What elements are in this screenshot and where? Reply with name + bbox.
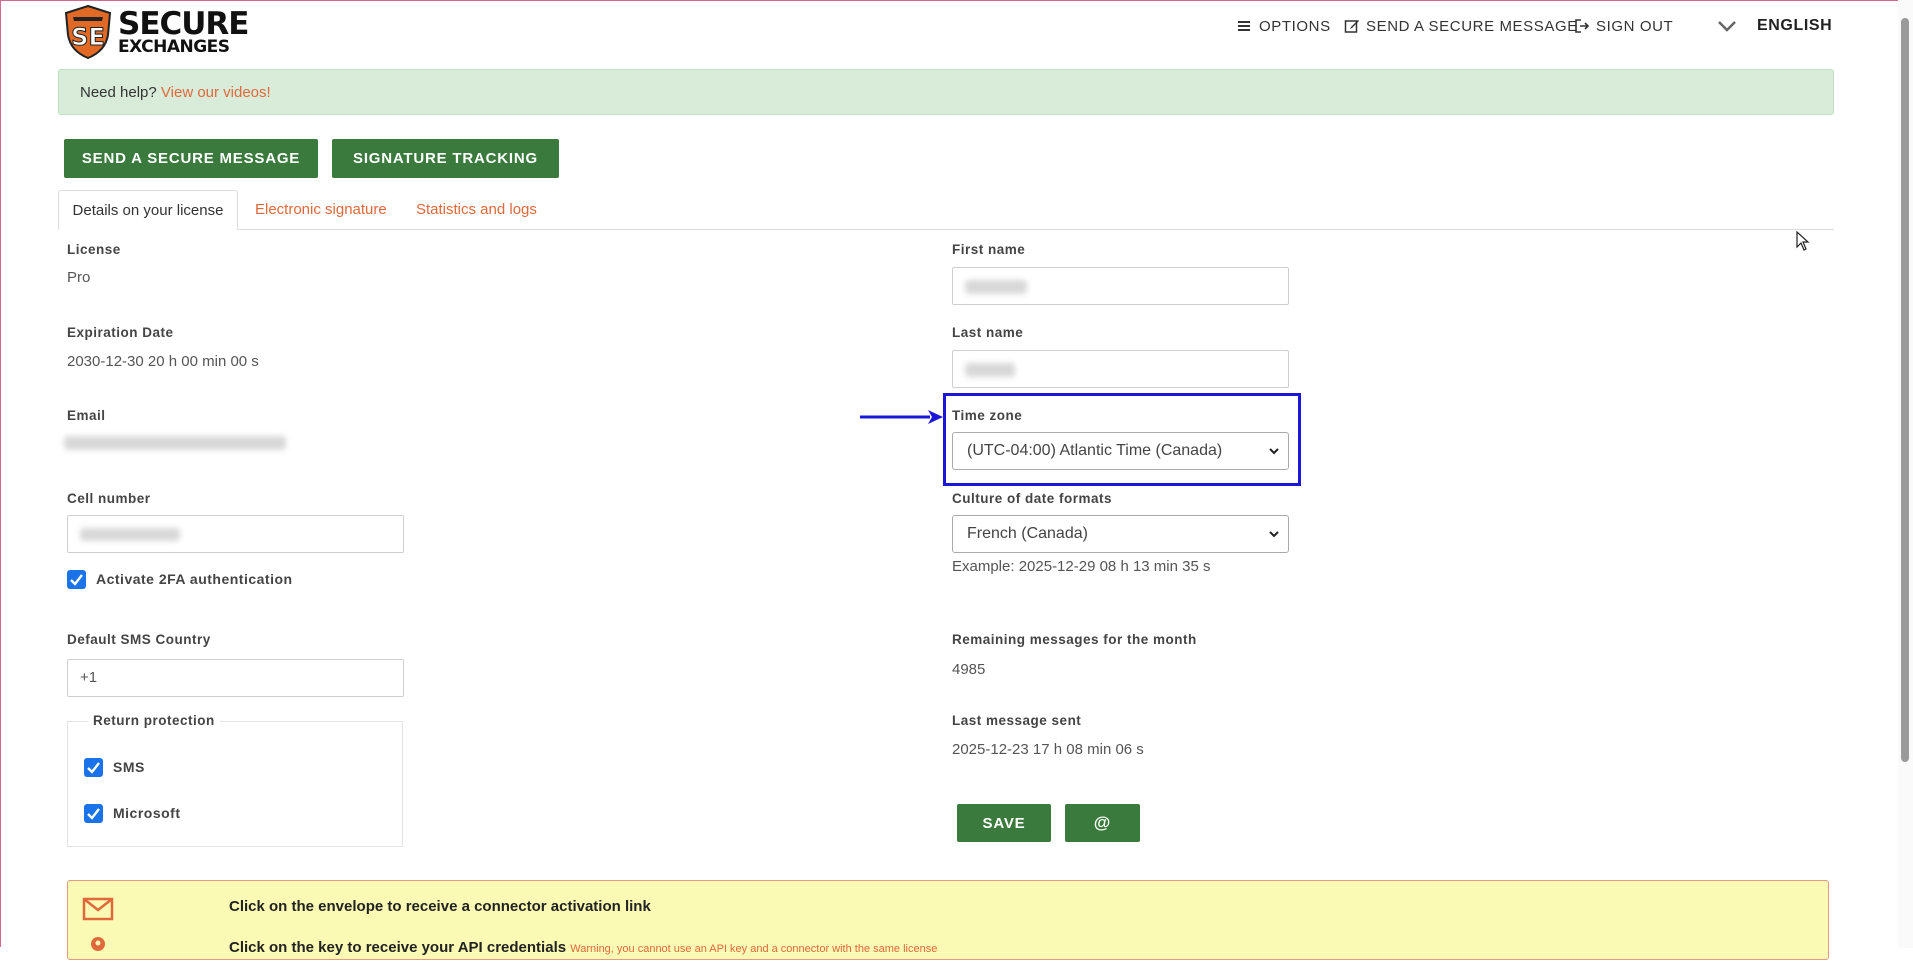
culture-value: French (Canada) (967, 525, 1088, 542)
help-banner: Need help? View our videos! (58, 69, 1834, 115)
tab-electronic-signature[interactable]: Electronic signature (255, 201, 387, 218)
twofa-label: Activate 2FA authentication (96, 571, 293, 587)
culture-example: Example: 2025-12-29 08 h 13 min 35 s (952, 558, 1211, 575)
key-warning-text: Warning, you cannot use an API key and a… (570, 943, 938, 955)
return-protection-label: Return protection (88, 713, 220, 728)
envelope-icon[interactable] (82, 897, 114, 921)
cell-number-label: Cell number (67, 491, 151, 506)
page-scrollbar-thumb[interactable] (1901, 18, 1909, 762)
options-menu[interactable]: OPTIONS (1237, 16, 1331, 36)
tab-statistics-logs[interactable]: Statistics and logs (416, 201, 537, 218)
sign-out-link[interactable]: SIGN OUT (1574, 16, 1673, 36)
expiration-label: Expiration Date (67, 325, 174, 340)
mouse-cursor-icon (1796, 231, 1810, 251)
options-label: OPTIONS (1259, 17, 1331, 35)
cell-number-input[interactable] (67, 515, 404, 553)
sms-country-value: +1 (80, 669, 98, 686)
last-message-label: Last message sent (952, 713, 1082, 728)
first-name-input[interactable] (952, 267, 1289, 305)
email-label: Email (67, 408, 106, 423)
sms-country-input[interactable]: +1 (67, 659, 404, 697)
checkmark-icon (87, 762, 100, 774)
tab-details-license[interactable]: Details on your license (58, 190, 238, 230)
help-text: Need help? (80, 84, 157, 101)
edit-icon (1344, 20, 1359, 33)
first-name-label: First name (952, 242, 1026, 257)
last-message-value: 2025-12-23 17 h 08 min 06 s (952, 741, 1144, 758)
send-secure-message-button[interactable]: SEND A SECURE MESSAGE (64, 139, 318, 178)
annotation-arrow (860, 410, 943, 424)
last-name-input[interactable] (952, 350, 1289, 388)
send-label: SEND A SECURE MESSAGE (1366, 17, 1578, 35)
key-icon[interactable] (86, 935, 110, 959)
svg-text:SE: SE (71, 23, 105, 51)
return-protection-group (67, 721, 403, 847)
sign-out-label: SIGN OUT (1596, 17, 1674, 35)
cell-number-redacted (80, 528, 180, 541)
timezone-select[interactable]: (UTC-04:00) Atlantic Time (Canada) (952, 432, 1289, 470)
rp-sms-label: SMS (113, 759, 145, 775)
last-name-redacted (965, 363, 1015, 377)
save-button[interactable]: SAVE (957, 804, 1051, 842)
remaining-messages-value: 4985 (952, 661, 986, 678)
sms-country-label: Default SMS Country (67, 632, 211, 647)
tab-divider (58, 229, 1834, 230)
brand-line2: EXCHANGES (118, 37, 230, 57)
last-name-label: Last name (952, 325, 1024, 340)
chevron-down-icon (1269, 448, 1279, 455)
license-value: Pro (67, 269, 91, 286)
culture-label: Culture of date formats (952, 491, 1113, 506)
sign-out-icon (1575, 19, 1590, 33)
signature-tracking-button[interactable]: SIGNATURE TRACKING (332, 139, 559, 178)
chevron-down-icon (1269, 531, 1279, 538)
brand-line1: SECURE (118, 6, 249, 42)
view-videos-link[interactable]: View our videos! (161, 84, 271, 101)
envelope-instruction: Click on the envelope to receive a conne… (229, 898, 651, 915)
expiration-value: 2030-12-30 20 h 00 min 00 s (67, 353, 259, 370)
checkmark-icon (70, 574, 83, 586)
hamburger-icon (1238, 21, 1250, 31)
checkmark-icon (87, 808, 100, 820)
license-label: License (67, 242, 121, 257)
rp-sms-checkbox[interactable] (84, 758, 103, 777)
remaining-messages-label: Remaining messages for the month (952, 632, 1197, 647)
rp-microsoft-checkbox[interactable] (84, 804, 103, 823)
rp-microsoft-label: Microsoft (113, 805, 181, 821)
connector-panel: Click on the envelope to receive a conne… (67, 880, 1829, 960)
at-button[interactable]: @ (1065, 804, 1140, 842)
language-label: ENGLISH (1757, 17, 1833, 34)
chevron-down-icon (1718, 21, 1736, 32)
twofa-checkbox[interactable] (67, 570, 86, 589)
secure-exchanges-logo[interactable]: SE SECURE EXCHANGES (62, 5, 249, 59)
culture-select[interactable]: French (Canada) (952, 515, 1289, 553)
timezone-label: Time zone (952, 408, 1023, 423)
nav-send-secure-message[interactable]: SEND A SECURE MESSAGE (1344, 16, 1578, 36)
email-value-redacted (64, 436, 286, 450)
timezone-value: (UTC-04:00) Atlantic Time (Canada) (967, 442, 1223, 459)
shield-logo-icon: SE (64, 5, 112, 59)
language-selector[interactable]: ENGLISH (1717, 16, 1832, 36)
first-name-redacted (965, 280, 1027, 294)
